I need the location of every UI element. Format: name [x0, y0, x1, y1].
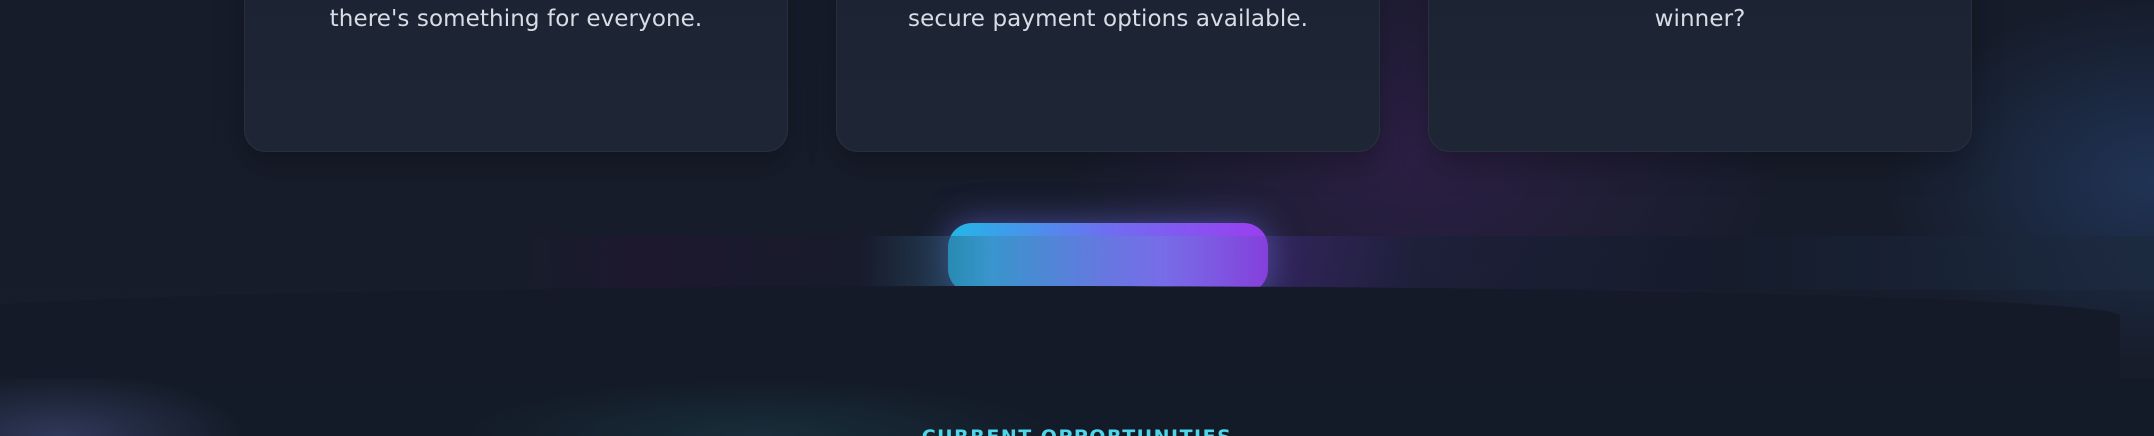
feature-card: there's something for everyone. [244, 0, 788, 152]
feature-card-text: there's something for everyone. [329, 6, 703, 32]
section-eyebrow: CURRENT OPPORTUNITIES [0, 426, 2154, 436]
feature-card-text: secure payment options available. [908, 6, 1308, 32]
feature-card-text: winner? [1654, 6, 1746, 32]
page: there's something for everyone. secure p… [0, 0, 2154, 436]
feature-card: secure payment options available. [836, 0, 1380, 152]
section-divider-glow [0, 236, 2154, 290]
feature-card: winner? [1428, 0, 1972, 152]
